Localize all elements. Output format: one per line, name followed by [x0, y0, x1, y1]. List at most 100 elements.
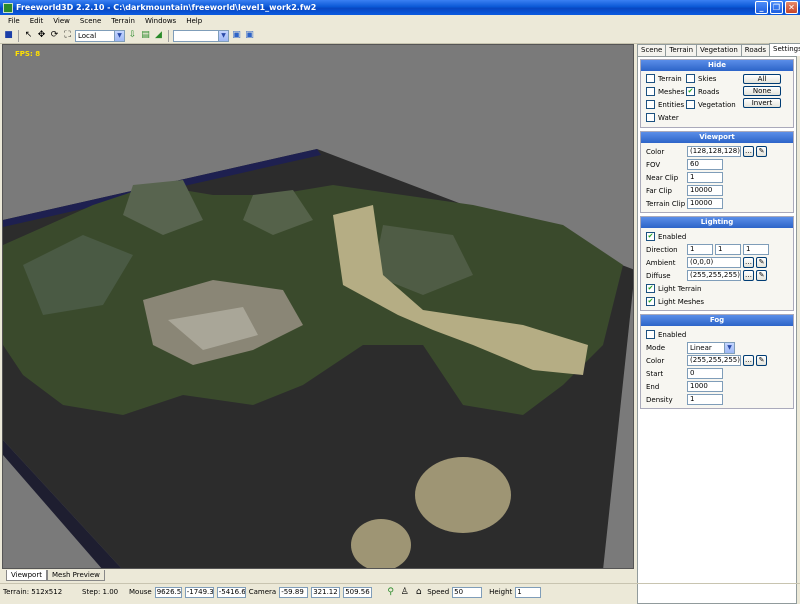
- terrain-clip-field[interactable]: 10000: [687, 198, 723, 209]
- terrain-render[interactable]: [3, 45, 634, 569]
- lighting-section-title: Lighting: [641, 217, 793, 228]
- menu-help[interactable]: Help: [181, 15, 207, 28]
- light-terrain-checkbox[interactable]: ✔: [646, 284, 655, 293]
- select-arrow-icon[interactable]: ↖: [23, 30, 34, 41]
- document-copy-icon[interactable]: ▣: [244, 30, 255, 41]
- hide-meshes-checkbox[interactable]: [646, 87, 655, 96]
- terrain-clip-label: Terrain Clip: [646, 199, 686, 208]
- fov-field[interactable]: 60: [687, 159, 723, 170]
- diffuse-field[interactable]: (255,255,255): [687, 270, 741, 281]
- viewport-section-title: Viewport: [641, 132, 793, 143]
- camera-z-field: 509.56: [343, 586, 373, 598]
- fog-section: Fog Enabled Mode Linear ▼ Color (255,255…: [640, 314, 794, 409]
- minimize-button[interactable]: _: [755, 1, 768, 14]
- near-clip-field[interactable]: 1: [687, 172, 723, 183]
- fly-mode-icon[interactable]: ♙: [399, 587, 410, 598]
- tab-roads[interactable]: Roads: [740, 44, 771, 56]
- eyedropper-icon[interactable]: ✎: [756, 257, 767, 268]
- hide-entities-checkbox[interactable]: [646, 100, 655, 109]
- color-picker-button[interactable]: …: [743, 270, 754, 281]
- viewport-section: Viewport Color (128,128,128) … ✎ FOV 60 …: [640, 131, 794, 213]
- hide-skies-label: Skies: [698, 74, 717, 83]
- tab-vegetation[interactable]: Vegetation: [696, 44, 742, 56]
- menu-view[interactable]: View: [48, 15, 75, 28]
- hide-all-button[interactable]: All: [743, 74, 781, 84]
- tab-terrain[interactable]: Terrain: [665, 44, 698, 56]
- fog-mode-label: Mode: [646, 343, 666, 352]
- fog-enabled-checkbox[interactable]: [646, 330, 655, 339]
- hide-terrain-label: Terrain: [658, 74, 682, 83]
- eyedropper-icon[interactable]: ✎: [756, 270, 767, 281]
- tab-scene[interactable]: Scene: [637, 44, 667, 56]
- direction-y-field[interactable]: 1: [715, 244, 741, 255]
- scale-icon[interactable]: ⛶: [62, 30, 73, 41]
- toolbar-separator: [18, 29, 19, 42]
- lighting-enabled-checkbox[interactable]: ✔: [646, 232, 655, 241]
- hide-terrain-checkbox[interactable]: [646, 74, 655, 83]
- color-picker-button[interactable]: …: [743, 257, 754, 268]
- height-field[interactable]: 1: [515, 586, 542, 598]
- chevron-down-icon[interactable]: ▼: [114, 30, 124, 41]
- save-icon[interactable]: ■: [3, 30, 14, 41]
- camera-icon[interactable]: ⌂: [413, 587, 424, 598]
- hide-vegetation-label: Vegetation: [698, 100, 736, 109]
- menu-terrain[interactable]: Terrain: [106, 15, 140, 28]
- app-icon: [3, 2, 13, 13]
- align-icon[interactable]: ▤: [140, 30, 151, 41]
- terrain-size-status: Terrain: 512x512: [3, 588, 63, 596]
- hide-invert-button[interactable]: Invert: [743, 98, 781, 108]
- rotate-icon[interactable]: ⟳: [49, 30, 60, 41]
- fog-color-field[interactable]: (255,255,255): [687, 355, 741, 366]
- light-meshes-checkbox[interactable]: ✔: [646, 297, 655, 306]
- tab-viewport[interactable]: Viewport: [6, 570, 47, 581]
- fog-density-field[interactable]: 1: [687, 394, 723, 405]
- direction-x-field[interactable]: 1: [687, 244, 713, 255]
- near-clip-label: Near Clip: [646, 173, 679, 182]
- color-picker-button[interactable]: …: [743, 146, 754, 157]
- hide-none-button[interactable]: None: [743, 86, 781, 96]
- tab-mesh-preview[interactable]: Mesh Preview: [46, 570, 105, 581]
- terrain-pad: [351, 519, 411, 568]
- hide-section-title: Hide: [641, 60, 793, 71]
- light-meshes-label: Light Meshes: [658, 297, 705, 306]
- ambient-field[interactable]: (0,0,0): [687, 257, 741, 268]
- document-icon[interactable]: ▣: [231, 30, 242, 41]
- move-icon[interactable]: ✥: [36, 30, 47, 41]
- menu-file[interactable]: File: [3, 15, 25, 28]
- hide-skies-checkbox[interactable]: [686, 74, 695, 83]
- tab-settings[interactable]: Settings: [769, 43, 800, 56]
- space-select[interactable]: Local ▼: [75, 29, 125, 42]
- hide-roads-checkbox[interactable]: ✔: [686, 87, 695, 96]
- terrain-pad: [415, 457, 511, 533]
- far-clip-field[interactable]: 10000: [687, 185, 723, 196]
- snap-icon[interactable]: ◢: [153, 30, 164, 41]
- direction-z-field[interactable]: 1: [743, 244, 769, 255]
- maximize-button[interactable]: ❐: [770, 1, 783, 14]
- color-picker-button[interactable]: …: [743, 355, 754, 366]
- walk-mode-icon[interactable]: ⚲: [385, 587, 396, 598]
- object-select[interactable]: ▼: [173, 29, 229, 42]
- toolbar-separator: [168, 29, 169, 42]
- viewport-color-field[interactable]: (128,128,128): [687, 146, 741, 157]
- hide-water-label: Water: [658, 113, 679, 122]
- hide-vegetation-checkbox[interactable]: [686, 100, 695, 109]
- fog-color-label: Color: [646, 356, 665, 365]
- camera-y-field: 321.12: [311, 586, 341, 598]
- menu-windows[interactable]: Windows: [140, 15, 181, 28]
- fog-start-label: Start: [646, 369, 664, 378]
- chevron-down-icon[interactable]: ▼: [724, 342, 734, 353]
- fog-start-field[interactable]: 0: [687, 368, 723, 379]
- menu-scene[interactable]: Scene: [75, 15, 106, 28]
- fog-mode-select[interactable]: Linear ▼: [687, 341, 735, 354]
- close-button[interactable]: ✕: [785, 1, 798, 14]
- fog-end-field[interactable]: 1000: [687, 381, 723, 392]
- speed-field[interactable]: 50: [452, 586, 483, 598]
- menu-edit[interactable]: Edit: [25, 15, 49, 28]
- chevron-down-icon[interactable]: ▼: [218, 30, 228, 41]
- eyedropper-icon[interactable]: ✎: [756, 146, 767, 157]
- drop-to-ground-icon[interactable]: ⇩: [127, 30, 138, 41]
- viewport-3d[interactable]: FPS: 8: [2, 44, 634, 569]
- eyedropper-icon[interactable]: ✎: [756, 355, 767, 366]
- camera-x-field: -59.89: [279, 586, 309, 598]
- hide-water-checkbox[interactable]: [646, 113, 655, 122]
